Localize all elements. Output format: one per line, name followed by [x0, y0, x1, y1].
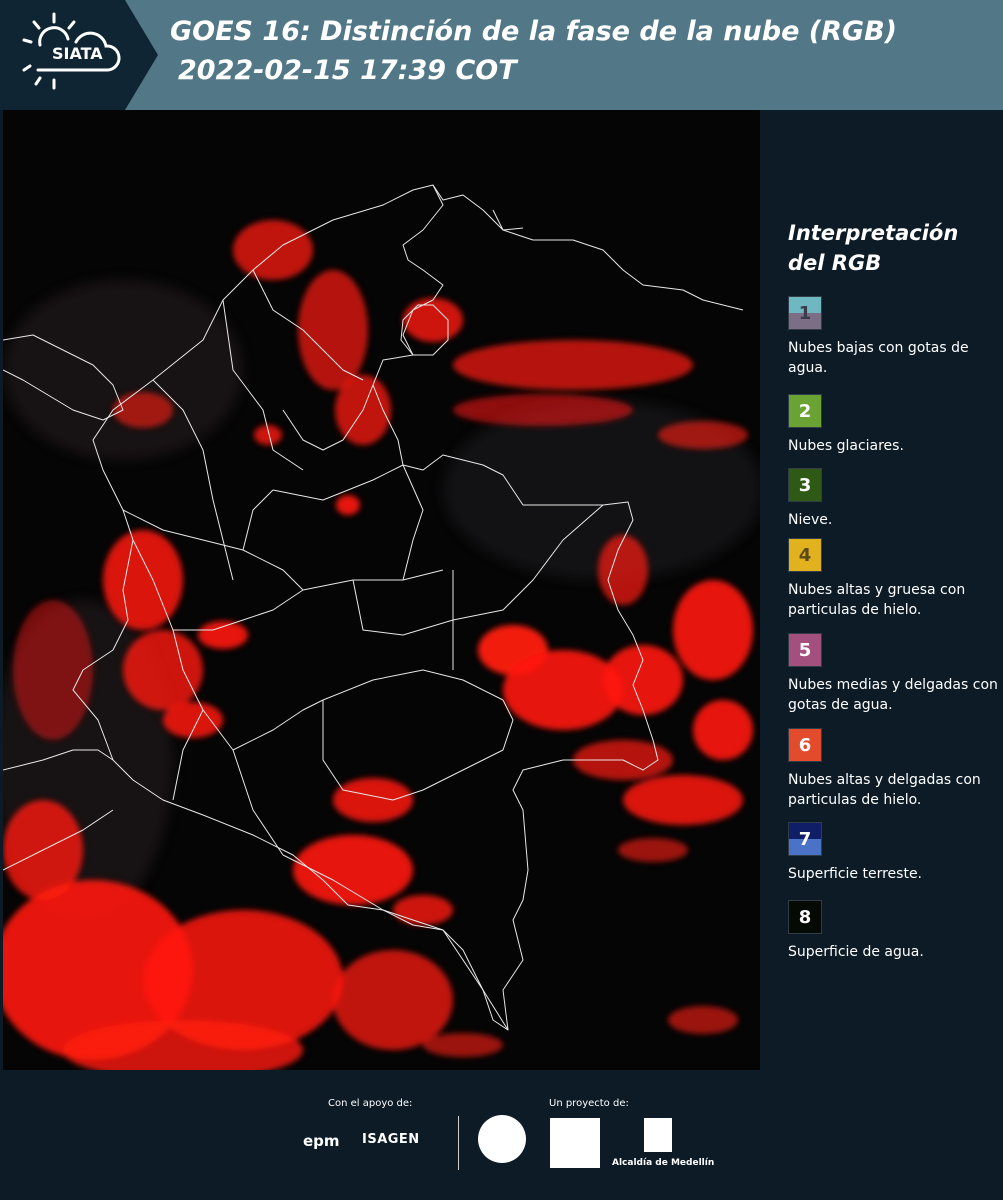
legend-title: Interpretación del RGB	[788, 218, 988, 278]
logo-text: SIATA	[52, 44, 103, 63]
legend-swatch: 6	[788, 728, 822, 762]
legend-item: 8 Superficie de agua.	[788, 900, 1000, 962]
legend-swatch: 8	[788, 900, 822, 934]
legend-item: 3 Nieve.	[788, 468, 1000, 530]
legend-label: Nubes medias y delgadas con gotas de agu…	[788, 677, 998, 713]
legend-title-line1: Interpretación	[788, 221, 959, 245]
project-label: Un proyecto de:	[549, 1098, 629, 1109]
legend-item: 2 Nubes glaciares.	[788, 394, 1000, 456]
page-title: GOES 16: Distinción de la fase de la nub…	[170, 16, 897, 47]
seal-logo-icon	[478, 1115, 526, 1163]
alcaldia-shield-icon	[644, 1118, 672, 1152]
legend-item: 6 Nubes altas y delgadas con particulas d…	[788, 728, 1000, 810]
map-svg	[3, 110, 760, 1070]
legend-label: Superficie de agua.	[788, 944, 924, 960]
support-label: Con el apoyo de:	[328, 1098, 413, 1109]
epm-logo: epm	[303, 1132, 340, 1150]
legend-number: 5	[798, 639, 812, 661]
legend-item: 5 Nubes medias y delgadas con gotas de ag…	[788, 633, 1000, 715]
legend-swatch: 3	[788, 468, 822, 502]
legend-panel: Interpretación del RGB 1 Nubes bajas con …	[760, 110, 1003, 1070]
legend-label: Nubes glaciares.	[788, 438, 904, 454]
legend-number: 4	[798, 544, 812, 566]
legend-label: Nieve.	[788, 512, 833, 528]
legend-title-line2: del RGB	[788, 251, 882, 275]
legend-swatch: 7	[788, 822, 822, 856]
area-metropolitana-logo-icon	[550, 1118, 600, 1168]
legend-label: Nubes bajas con gotas de agua.	[788, 340, 969, 376]
footer-divider	[458, 1116, 459, 1170]
legend-number: 8	[798, 906, 812, 928]
legend-item: 7 Superficie terreste.	[788, 822, 1000, 884]
legend-item: 4 Nubes altas y gruesa con particulas de …	[788, 538, 1000, 620]
legend-number: 2	[798, 400, 812, 422]
legend-swatch: 4	[788, 538, 822, 572]
satellite-map	[3, 110, 760, 1070]
isagen-logo: ISAGEN	[362, 1132, 420, 1147]
legend-number: 3	[798, 474, 812, 496]
legend-swatch: 2	[788, 394, 822, 428]
legend-number: 1	[798, 302, 812, 324]
header-bar: SIATA GOES 16: Distinción de la fase de …	[0, 0, 1003, 110]
legend-item: 1 Nubes bajas con gotas de agua.	[788, 296, 1000, 378]
footer: Con el apoyo de: Un proyecto de: epm ISA…	[0, 1070, 1003, 1200]
legend-number: 6	[798, 734, 812, 756]
page-timestamp: 2022-02-15 17:39 COT	[178, 55, 517, 86]
legend-swatch: 5	[788, 633, 822, 667]
legend-number: 7	[798, 828, 812, 850]
legend-label: Nubes altas y gruesa con particulas de h…	[788, 582, 966, 618]
alcaldia-logo-text: Alcaldía de Medellín	[612, 1158, 715, 1168]
legend-label: Superficie terreste.	[788, 866, 923, 882]
legend-label: Nubes altas y delgadas con particulas de…	[788, 772, 981, 808]
legend-swatch: 1	[788, 296, 822, 330]
